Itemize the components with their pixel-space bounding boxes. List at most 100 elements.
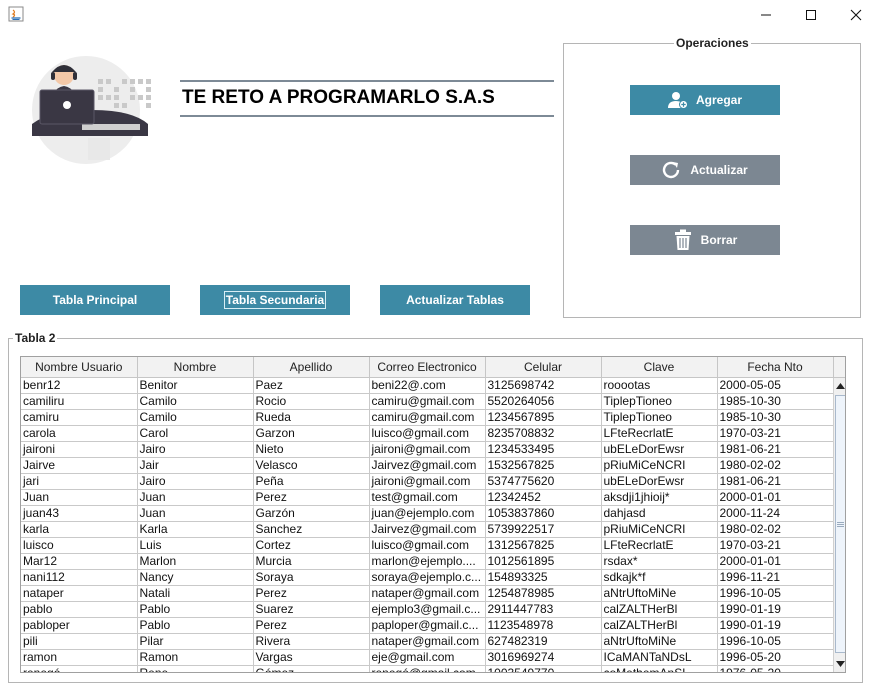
- table-cell[interactable]: Perez: [253, 585, 370, 602]
- table-cell[interactable]: 1990-01-19: [717, 601, 834, 618]
- table-cell[interactable]: Jairo: [137, 473, 254, 490]
- table-cell[interactable]: 1996-10-05: [717, 633, 834, 650]
- agregar-button[interactable]: Agregar: [630, 85, 780, 115]
- table-cell[interactable]: eje@gmail.com: [369, 649, 486, 666]
- table-row[interactable]: ramon Ramon Vargas eje@gmail.com 3016969274 I…: [21, 649, 834, 666]
- table-cell[interactable]: nataper: [21, 585, 138, 602]
- table-cell[interactable]: TiplepTioneo: [601, 409, 718, 426]
- table-cell[interactable]: Juan: [137, 489, 254, 506]
- table-cell[interactable]: Rene: [137, 665, 254, 672]
- table-cell[interactable]: Juan: [21, 489, 138, 506]
- table-cell[interactable]: luisco: [21, 537, 138, 554]
- table-cell[interactable]: 1996-10-05: [717, 585, 834, 602]
- table-cell[interactable]: 1234567895: [485, 409, 602, 426]
- maximize-button[interactable]: [788, 0, 834, 30]
- table-cell[interactable]: LFteRecrlatE: [601, 537, 718, 554]
- table-cell[interactable]: Karla: [137, 521, 254, 538]
- table-cell[interactable]: nataper@gmail.com: [369, 633, 486, 650]
- table-cell[interactable]: 2000-11-24: [717, 505, 834, 522]
- table-cell[interactable]: 627482319: [485, 633, 602, 650]
- table-cell[interactable]: camiru@gmail.com: [369, 393, 486, 410]
- table-cell[interactable]: 1053837860: [485, 505, 602, 522]
- table-cell[interactable]: 3125698742: [485, 377, 602, 394]
- table-cell[interactable]: beni22@.com: [369, 377, 486, 394]
- users-table[interactable]: Nombre Usuario Nombre Apellido Correo Elect…: [21, 357, 834, 672]
- table-row[interactable]: camiru Camilo Rueda camiru@gmail.com 1234567…: [21, 409, 834, 426]
- table-row[interactable]: pablo Pablo Suarez ejemplo3@gmail.c... 29114…: [21, 601, 834, 618]
- table-cell[interactable]: 2911447783: [485, 601, 602, 618]
- table-cell[interactable]: 1532567825: [485, 457, 602, 474]
- column-header[interactable]: Apellido: [253, 357, 370, 378]
- table-cell[interactable]: Pilar: [137, 633, 254, 650]
- table-cell[interactable]: aNtrUftoMiNe: [601, 585, 718, 602]
- table-cell[interactable]: Camilo: [137, 409, 254, 426]
- scroll-down-button[interactable]: [834, 656, 845, 672]
- column-header[interactable]: Clave: [601, 357, 718, 378]
- table-cell[interactable]: 1990-01-19: [717, 617, 834, 634]
- table-cell[interactable]: Suarez: [253, 601, 370, 618]
- table-cell[interactable]: 8235708832: [485, 425, 602, 442]
- table-row[interactable]: nani112 Nancy Soraya soraya@ejemplo.c... 154…: [21, 569, 834, 586]
- table-cell[interactable]: aNtrUftoMiNe: [601, 633, 718, 650]
- table-cell[interactable]: 1003549770: [485, 665, 602, 672]
- column-header[interactable]: Celular: [485, 357, 602, 378]
- table-cell[interactable]: juan43: [21, 505, 138, 522]
- table-cell[interactable]: jaironi: [21, 441, 138, 458]
- table-cell[interactable]: soraya@ejemplo.c...: [369, 569, 486, 586]
- table-cell[interactable]: 1985-10-30: [717, 409, 834, 426]
- table-cell[interactable]: rsdax*: [601, 553, 718, 570]
- table-row[interactable]: Juan Juan Perez test@gmail.com 12342452 aksdj…: [21, 489, 834, 506]
- table-cell[interactable]: 1123548978: [485, 617, 602, 634]
- table-cell[interactable]: 1996-11-21: [717, 569, 834, 586]
- table-cell[interactable]: nataper@gmail.com: [369, 585, 486, 602]
- table-cell[interactable]: Jairo: [137, 441, 254, 458]
- table-cell[interactable]: 5739922517: [485, 521, 602, 538]
- table-cell[interactable]: Pablo: [137, 601, 254, 618]
- table-row[interactable]: carola Carol Garzon luisco@gmail.com 8235708…: [21, 425, 834, 442]
- table-cell[interactable]: carola: [21, 425, 138, 442]
- table-cell[interactable]: Peña: [253, 473, 370, 490]
- table-cell[interactable]: ubELeDorEwsr: [601, 441, 718, 458]
- table-row[interactable]: nataper Natali Perez nataper@gmail.com 12548…: [21, 585, 834, 602]
- table-cell[interactable]: jaironi@gmail.com: [369, 473, 486, 490]
- minimize-button[interactable]: [743, 0, 789, 30]
- table-cell[interactable]: 1312567825: [485, 537, 602, 554]
- table-cell[interactable]: sdkajk*f: [601, 569, 718, 586]
- table-cell[interactable]: coMethemAnSL: [601, 665, 718, 672]
- table-row[interactable]: renegó Rene Gómez renegó@gmail.com 100354977…: [21, 665, 834, 672]
- table-cell[interactable]: Murcia: [253, 553, 370, 570]
- table-cell[interactable]: 154893325: [485, 569, 602, 586]
- table-cell[interactable]: 1970-03-21: [717, 425, 834, 442]
- table-cell[interactable]: Rueda: [253, 409, 370, 426]
- table-cell[interactable]: Paez: [253, 377, 370, 394]
- table-cell[interactable]: calZALTHerBl: [601, 601, 718, 618]
- table-cell[interactable]: Jair: [137, 457, 254, 474]
- table-cell[interactable]: Garzon: [253, 425, 370, 442]
- table-cell[interactable]: 2000-05-05: [717, 377, 834, 394]
- table-cell[interactable]: 1012561895: [485, 553, 602, 570]
- column-header[interactable]: Nombre Usuario: [21, 357, 138, 378]
- table-cell[interactable]: juan@ejemplo.com: [369, 505, 486, 522]
- table-cell[interactable]: 1980-02-02: [717, 457, 834, 474]
- table-row[interactable]: Jairve Jair Velasco Jairvez@gmail.com 153256…: [21, 457, 834, 474]
- scroll-thumb[interactable]: [835, 395, 845, 653]
- table-cell[interactable]: camiru: [21, 409, 138, 426]
- table-cell[interactable]: Juan: [137, 505, 254, 522]
- table-cell[interactable]: 1981-06-21: [717, 441, 834, 458]
- table-cell[interactable]: rooootas: [601, 377, 718, 394]
- table-cell[interactable]: luisco@gmail.com: [369, 425, 486, 442]
- table-cell[interactable]: pRiuMiCeNCRI: [601, 457, 718, 474]
- table-row[interactable]: Mar12 Marlon Murcia marlon@ejemplo.... 10125…: [21, 553, 834, 570]
- table-cell[interactable]: Nieto: [253, 441, 370, 458]
- table-cell[interactable]: ICaMANTaNDsL: [601, 649, 718, 666]
- table-cell[interactable]: 5374775620: [485, 473, 602, 490]
- table-cell[interactable]: 1970-03-21: [717, 537, 834, 554]
- table-row[interactable]: jari Jairo Peña jaironi@gmail.com 5374775620…: [21, 473, 834, 490]
- table-cell[interactable]: 1996-05-20: [717, 649, 834, 666]
- table-cell[interactable]: jaironi@gmail.com: [369, 441, 486, 458]
- table-row[interactable]: pili Pilar Rivera nataper@gmail.com 62748231…: [21, 633, 834, 650]
- table-cell[interactable]: ubELeDorEwsr: [601, 473, 718, 490]
- tabla-principal-button[interactable]: Tabla Principal: [20, 285, 170, 315]
- table-cell[interactable]: Nancy: [137, 569, 254, 586]
- table-cell[interactable]: pRiuMiCeNCRI: [601, 521, 718, 538]
